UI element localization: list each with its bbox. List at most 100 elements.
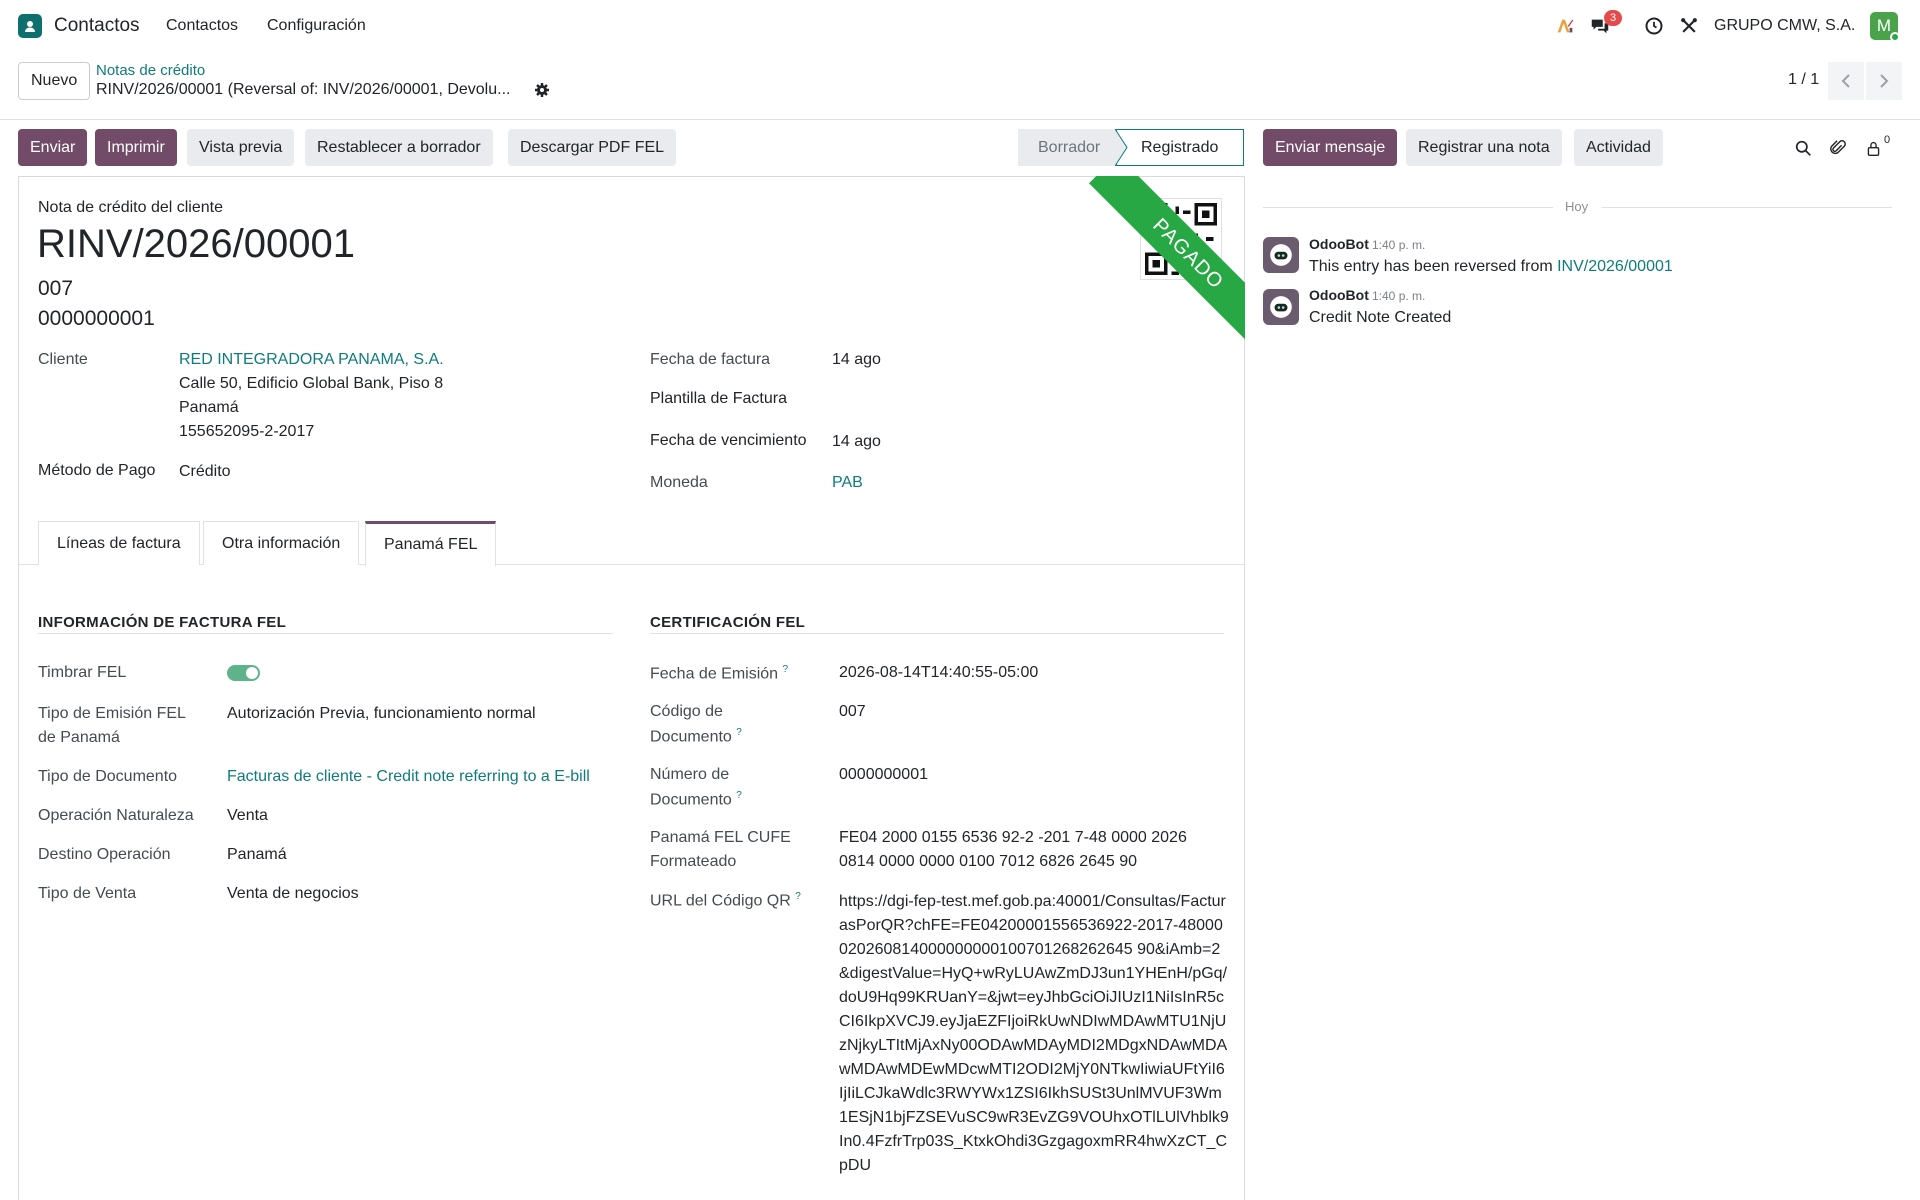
status-step-posted[interactable]: Registrado (1116, 129, 1244, 166)
message-body: This entry has been reversed from INV/20… (1309, 258, 1673, 276)
doc-code-label-line2: Documento ? (650, 727, 742, 746)
menu-contactos[interactable]: Contactos (166, 17, 238, 35)
cufe-value-line2: 0814 0000 0000 0100 7012 6826 2645 90 (839, 853, 1138, 870)
currency-value[interactable]: PAB (832, 474, 863, 492)
message-body: Credit Note Created (1309, 309, 1452, 326)
help-tooltip-icon[interactable]: ? (795, 891, 801, 902)
odoobot-avatar[interactable] (1263, 289, 1299, 325)
preview-button[interactable]: Vista previa (187, 129, 295, 166)
payment-method-value[interactable]: Crédito (179, 463, 231, 481)
emission-type-value[interactable]: Autorización Previa, funcionamiento norm… (227, 705, 536, 723)
new-button[interactable]: Nuevo (18, 62, 91, 100)
chevron-right-icon (1880, 74, 1889, 88)
print-button[interactable]: Imprimir (95, 129, 177, 166)
paid-ribbon: PAGADO (1060, 176, 1245, 361)
section-divider (650, 633, 1224, 634)
paperclip-icon[interactable] (1827, 137, 1849, 159)
invoice-date-value[interactable]: 14 ago (832, 351, 881, 369)
emission-type-label: Tipo de Emisión FEL (38, 705, 186, 722)
download-pdf-fel-button[interactable]: Descargar PDF FEL (508, 129, 677, 166)
message-time: 1:40 p. m. (1372, 238, 1426, 252)
customer-link[interactable]: RED INTEGRADORA PANAMA, S.A. (179, 351, 444, 369)
timbrar-fel-toggle[interactable] (227, 665, 260, 681)
fel-info-section-title: INFORMACIÓN DE FACTURA FEL (38, 614, 287, 631)
section-divider (38, 633, 613, 634)
help-tooltip-icon[interactable]: ? (783, 664, 789, 675)
search-icon[interactable] (1792, 137, 1814, 159)
invoice-template-label: Plantilla de Factura (650, 390, 787, 407)
doc-code-label-text: Documento (650, 728, 732, 746)
document-name: RINV/2026/00001 (37, 222, 356, 266)
due-date-label: Fecha de vencimiento (650, 432, 807, 449)
followers-count: 0 (1884, 134, 1891, 146)
top-navbar: Contactos Contactos Configuración 3 GRUP… (0, 0, 1920, 52)
emission-date-value: 2026-08-14T14:40:55-05:00 (839, 664, 1039, 681)
cufe-label-line2: Formateado (650, 853, 737, 870)
online-status-dot (1890, 32, 1900, 42)
control-panel: Nuevo Notas de crédito RINV/2026/00001 (… (0, 52, 1920, 120)
ribbon-label: PAGADO (1089, 176, 1245, 353)
company-switcher[interactable]: GRUPO CMW, S.A. (1714, 17, 1855, 35)
doc-number-value: 0000000001 (839, 766, 928, 783)
toggle-knob (246, 667, 258, 679)
fel-cert-section-title: CERTIFICACIÓN FEL (650, 614, 806, 631)
sale-type-value[interactable]: Venta de negocios (227, 885, 359, 903)
activity-button[interactable]: Actividad (1574, 129, 1663, 166)
reversed-invoice-link[interactable]: INV/2026/00001 (1557, 258, 1673, 275)
date-divider-right (1602, 207, 1892, 208)
document-code: 007 (38, 277, 74, 300)
tab-invoice-lines[interactable]: Líneas de factura (38, 521, 200, 565)
document-type-link[interactable]: Facturas de cliente - Credit note referr… (227, 768, 590, 786)
message-author[interactable]: OdooBot (1309, 236, 1369, 252)
contacts-app-icon[interactable] (18, 14, 42, 38)
document-number: 0000000001 (38, 307, 155, 330)
log-note-button[interactable]: Registrar una nota (1406, 129, 1562, 166)
customer-country: Panamá (179, 399, 239, 416)
nature-label: Operación Naturaleza (38, 807, 194, 824)
pager-next-button[interactable] (1866, 62, 1902, 100)
app-name[interactable]: Contactos (54, 15, 140, 37)
status-step-draft[interactable]: Borrador (1018, 129, 1116, 166)
nature-value[interactable]: Venta (227, 807, 268, 825)
send-message-button[interactable]: Enviar mensaje (1263, 129, 1398, 166)
pager-previous-button[interactable] (1828, 62, 1864, 100)
document-type-label-fel: Tipo de Documento (38, 768, 178, 785)
tab-panama-fel[interactable]: Panamá FEL (365, 521, 497, 566)
cufe-label: Panamá FEL CUFE (650, 829, 791, 846)
menu-configuracion[interactable]: Configuración (267, 17, 366, 35)
send-button[interactable]: Enviar (18, 129, 88, 166)
timbrar-fel-label: Timbrar FEL (38, 664, 127, 681)
emission-date-label: Fecha de Emisión ? (650, 664, 788, 683)
odoobot-avatar[interactable] (1263, 237, 1299, 273)
emission-date-label-text: Fecha de Emisión (650, 665, 779, 683)
doc-number-label-text: Documento (650, 791, 732, 809)
followers-lock-icon[interactable] (1862, 137, 1884, 159)
customer-label: Cliente (38, 351, 88, 368)
qr-url-value: https://dgi-fep-test.mef.gob.pa:40001/Co… (839, 893, 1229, 1174)
sale-type-label: Tipo de Venta (38, 885, 137, 902)
document-type-label: Nota de crédito del cliente (38, 199, 223, 216)
clock-activity-icon[interactable] (1642, 14, 1666, 38)
gear-icon[interactable] (534, 82, 550, 98)
reset-to-draft-button[interactable]: Restablecer a borrador (305, 129, 493, 166)
help-tooltip-icon[interactable]: ? (736, 727, 742, 738)
breadcrumb-credit-notes[interactable]: Notas de crédito (96, 62, 205, 79)
record-title: RINV/2026/00001 (Reversal of: INV/2026/0… (96, 81, 511, 98)
doc-code-value: 007 (839, 703, 866, 720)
message-author[interactable]: OdooBot (1309, 287, 1369, 303)
help-tooltip-icon[interactable]: ? (736, 790, 742, 801)
emission-type-label-line2: de Panamá (38, 729, 120, 746)
customer-ruc: 155652095-2-2017 (179, 423, 315, 440)
cufe-value-line1: FE04 2000 0155 6536 92-2 -201 7-48 0000 … (839, 829, 1187, 846)
ai-assistant-icon[interactable] (1553, 14, 1577, 38)
doc-code-label: Código de (650, 703, 723, 720)
qr-url-label-text: URL del Código QR (650, 892, 791, 910)
date-divider-label: Hoy (1565, 199, 1589, 214)
destination-label: Destino Operación (38, 846, 171, 863)
doc-number-label: Número de (650, 766, 730, 783)
destination-value[interactable]: Panamá (227, 846, 287, 864)
tools-icon[interactable] (1677, 14, 1701, 38)
tab-other-info[interactable]: Otra información (203, 521, 360, 565)
qr-url-label: URL del Código QR ? (650, 891, 801, 910)
due-date-value[interactable]: 14 ago (832, 433, 881, 451)
